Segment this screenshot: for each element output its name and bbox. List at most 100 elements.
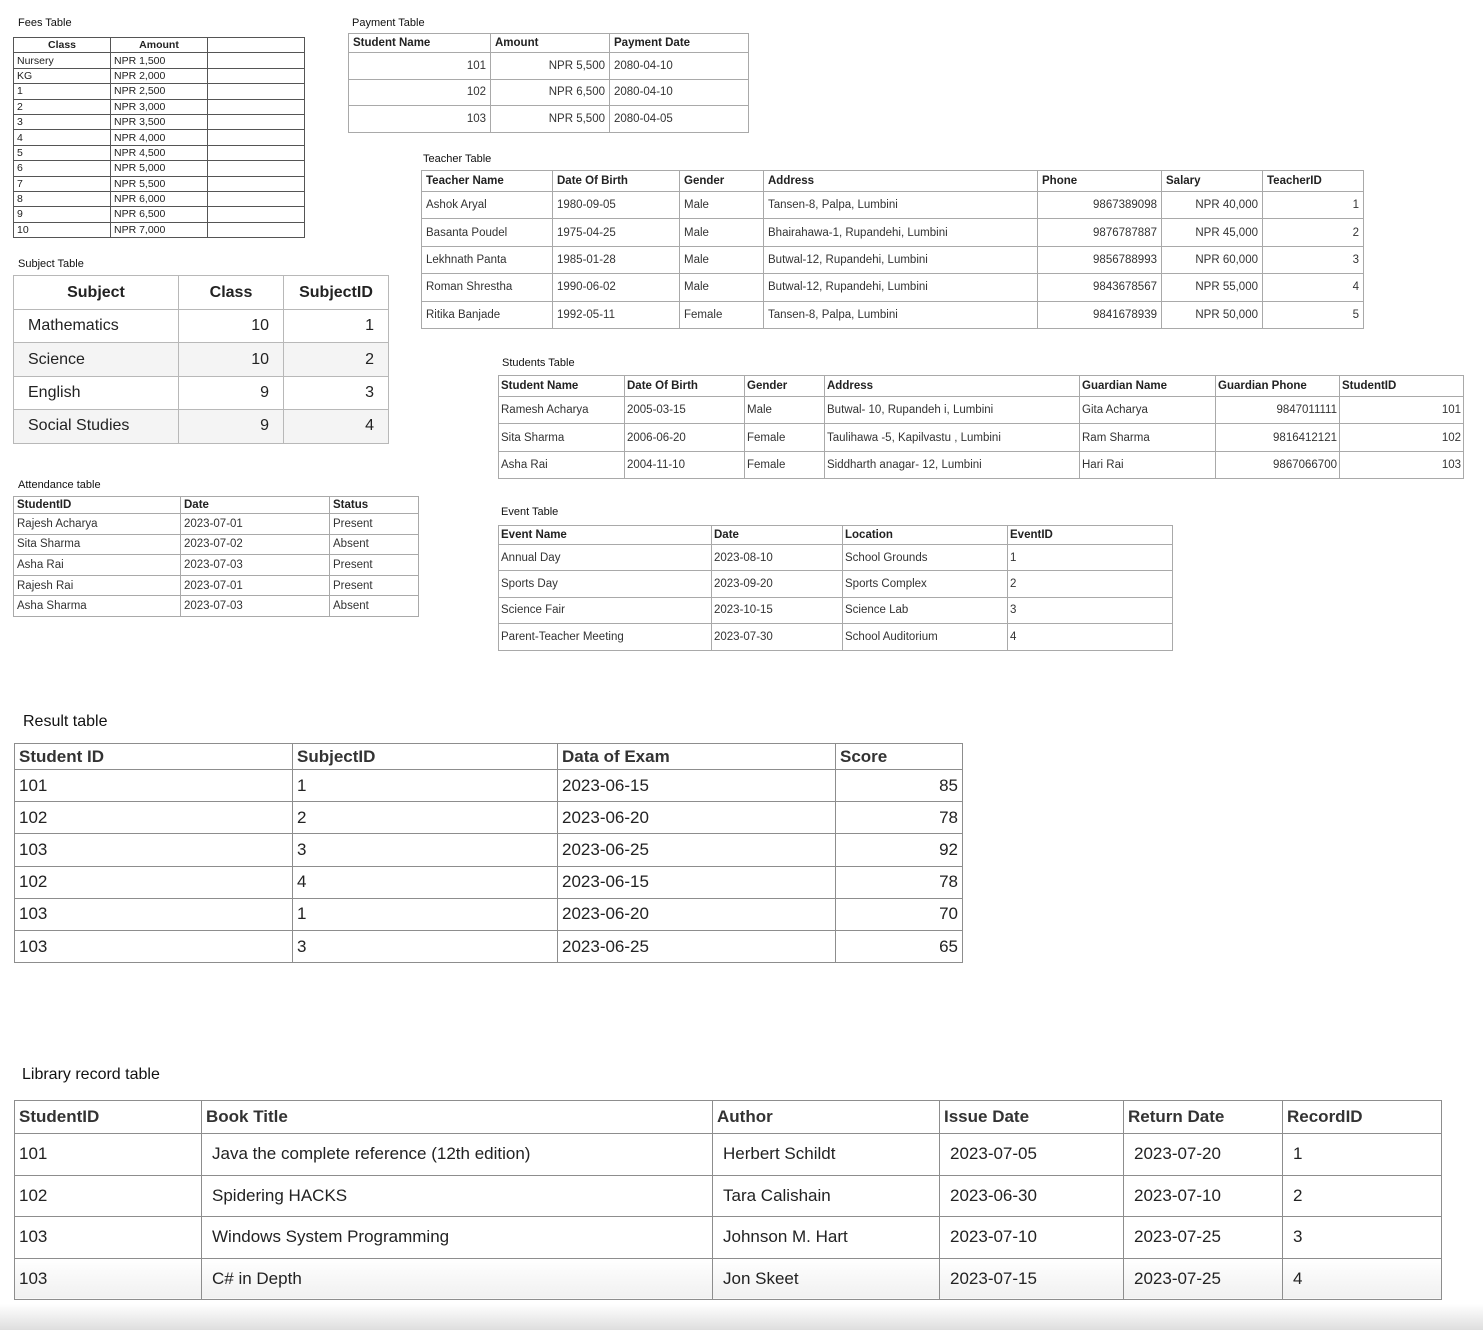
payment-cell: 2080-04-10 — [609, 52, 749, 80]
students-cell: 2004-11-10 — [624, 450, 745, 480]
event-table-row: Parent-Teacher Meeting 2023-07-30 School A… — [498, 623, 1173, 651]
event-table-block: Event Table Event Name Date Location Eve… — [498, 505, 1173, 651]
result-cell: 2023-06-15 — [557, 768, 836, 803]
fees-table-row: 5 NPR 4,500 — [13, 144, 305, 162]
students-cell: 9847011111 — [1215, 395, 1340, 425]
teacher-cell: NPR 40,000 — [1161, 190, 1263, 220]
fees-cell: NPR 6,000 — [110, 190, 208, 208]
students-cell: 101 — [1339, 395, 1464, 425]
teacher-cell: 9841678939 — [1037, 300, 1162, 329]
event-table: Event Name Date Location EventID Annual … — [498, 525, 1173, 651]
fees-table-title: Fees Table — [18, 17, 72, 29]
result-cell: 102 — [14, 801, 293, 835]
result-cell: 78 — [835, 865, 963, 899]
fees-table-row: KG NPR 2,000 — [13, 67, 305, 85]
event-header-date: Date — [711, 525, 843, 545]
fees-table-row: 7 NPR 5,500 — [13, 175, 305, 192]
library-cell: 2023-07-20 — [1123, 1133, 1283, 1176]
fees-empty-cell — [207, 190, 305, 208]
event-cell: 3 — [1007, 596, 1173, 625]
attendance-cell: 2023-07-02 — [180, 533, 330, 556]
teacher-table-row: Ashok Aryal 1980-09-05 Male Tansen-8, Palpa… — [421, 190, 1364, 220]
students-header-guardian-name: Guardian Name — [1079, 375, 1216, 397]
attendance-cell: 2023-07-03 — [180, 595, 330, 617]
library-header-student-id: StudentID — [14, 1100, 202, 1134]
teacher-cell: 1975-04-25 — [552, 218, 680, 247]
attendance-header-date: Date — [180, 496, 330, 514]
attendance-cell: 2023-07-01 — [180, 513, 330, 535]
subject-table-row: Social Studies 9 4 — [13, 409, 389, 444]
library-cell: 2023-07-10 — [1123, 1174, 1283, 1217]
subject-cell: Social Studies — [13, 409, 179, 444]
event-cell: 4 — [1007, 623, 1173, 651]
attendance-cell: Asha Sharma — [13, 595, 181, 617]
subject-cell: 10 — [178, 342, 284, 377]
teacher-table-row: Basanta Poudel 1975-04-25 Male Bhairahawa-1… — [421, 218, 1364, 247]
teacher-header-dob: Date Of Birth — [552, 170, 680, 192]
fees-empty-cell — [207, 67, 305, 85]
teacher-table: Teacher Name Date Of Birth Gender Addres… — [421, 170, 1364, 329]
library-table-title: Library record table — [22, 1066, 160, 1083]
subject-cell: Mathematics — [13, 308, 179, 344]
library-header-issue-date: Issue Date — [939, 1100, 1124, 1134]
students-header-row: Student Name Date Of Birth Gender Addres… — [498, 375, 1464, 397]
library-table-row: 101 Java the complete reference (12th edi… — [14, 1133, 1442, 1176]
library-cell: 3 — [1282, 1216, 1442, 1259]
result-table: Student ID SubjectID Data of Exam Score … — [14, 743, 963, 964]
result-cell: 1 — [292, 768, 558, 803]
students-header-dob: Date Of Birth — [624, 375, 745, 397]
students-table: Student Name Date Of Birth Gender Addres… — [498, 375, 1464, 480]
fees-empty-cell — [207, 206, 305, 223]
fees-empty-cell — [207, 98, 305, 115]
library-cell: 102 — [14, 1174, 202, 1217]
event-cell: Science Fair — [498, 596, 712, 625]
attendance-cell: Present — [329, 574, 419, 597]
event-cell: Parent-Teacher Meeting — [498, 623, 712, 651]
fees-cell: 5 — [13, 144, 111, 162]
fees-cell: NPR 7,000 — [110, 221, 208, 239]
teacher-cell: Male — [679, 273, 764, 302]
result-cell: 2023-06-25 — [557, 833, 836, 867]
payment-table-row: 102 NPR 6,500 2080-04-10 — [348, 78, 749, 107]
result-cell: 4 — [292, 865, 558, 899]
teacher-cell: NPR 45,000 — [1161, 218, 1263, 247]
payment-header-row: Student Name Amount Payment Date — [348, 33, 749, 53]
subject-header-subject-id: SubjectID — [283, 275, 389, 310]
library-cell: 2023-06-30 — [939, 1174, 1124, 1217]
result-cell: 103 — [14, 929, 293, 964]
teacher-table-row: Lekhnath Panta 1985-01-28 Male Butwal-12, R… — [421, 245, 1364, 275]
fees-empty-cell — [207, 129, 305, 146]
students-table-block: Students Table Student Name Date Of Birt… — [498, 356, 1464, 480]
fees-table: Class Amount Nursery NPR 1,500 KG NPR 2,000… — [13, 36, 305, 239]
library-cell: 101 — [14, 1133, 202, 1176]
result-table-row: 103 1 2023-06-20 70 — [14, 897, 963, 931]
fees-table-row: 4 NPR 4,000 — [13, 129, 305, 146]
teacher-cell: Male — [679, 190, 764, 220]
teacher-cell: Tansen-8, Palpa, Lumbini — [763, 300, 1038, 329]
subject-cell: 9 — [178, 375, 284, 411]
teacher-cell: Butwal-12, Rupandehi, Lumbini — [763, 273, 1038, 302]
students-cell: Male — [744, 395, 825, 425]
library-cell: 1 — [1282, 1133, 1442, 1176]
teacher-header-salary: Salary — [1161, 170, 1263, 192]
teacher-cell: 2 — [1262, 218, 1364, 247]
library-cell: 4 — [1282, 1257, 1442, 1300]
fees-header-amount: Amount — [110, 36, 208, 54]
teacher-header-name: Teacher Name — [421, 170, 553, 192]
result-table-row: 101 1 2023-06-15 85 — [14, 768, 963, 803]
fees-cell: NPR 2,000 — [110, 67, 208, 85]
fees-empty-cell — [207, 52, 305, 69]
payment-cell: 2080-04-05 — [609, 105, 749, 133]
fees-header-class: Class — [13, 36, 111, 54]
payment-cell: 101 — [348, 52, 491, 80]
attendance-header-status: Status — [329, 496, 419, 514]
payment-header-student-name: Student Name — [348, 33, 491, 53]
result-cell: 3 — [292, 833, 558, 867]
library-table-row: 103 Windows System Programming Johnson M. … — [14, 1216, 1442, 1259]
attendance-cell: Sita Sharma — [13, 533, 181, 556]
fees-cell: 8 — [13, 190, 111, 208]
attendance-cell: Present — [329, 554, 419, 576]
event-cell: 2023-09-20 — [711, 570, 843, 598]
result-cell: 2023-06-20 — [557, 897, 836, 931]
library-cell: 2 — [1282, 1174, 1442, 1217]
